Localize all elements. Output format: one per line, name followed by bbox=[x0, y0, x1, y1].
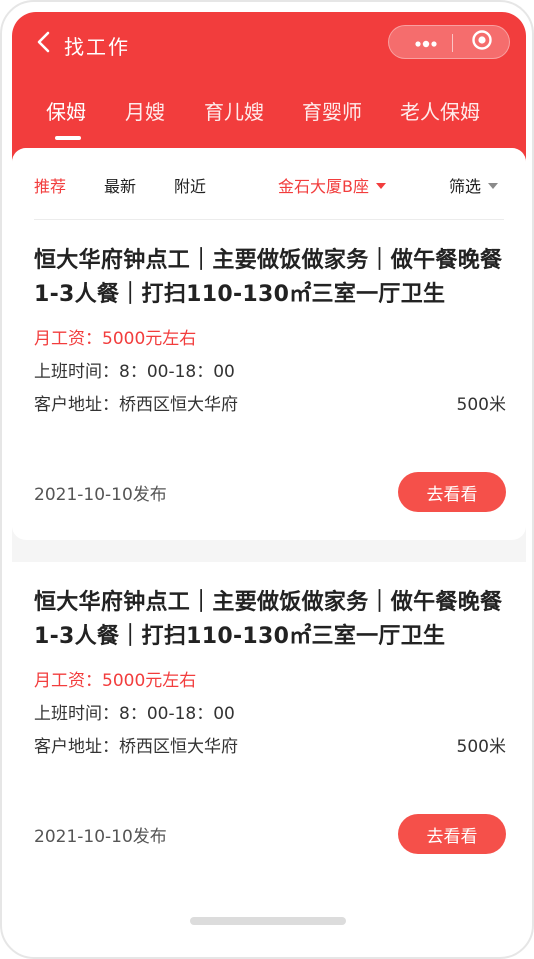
tab-maternity-matron[interactable]: 月嫂 bbox=[125, 96, 165, 125]
job-card: 推荐 最新 附近 金石大厦B座 筛选 恒大华府钟点工｜主要做饭做家务｜做午餐晚餐… bbox=[12, 148, 526, 540]
filter-latest[interactable]: 最新 bbox=[104, 173, 136, 197]
close-miniprogram-button[interactable] bbox=[461, 26, 503, 58]
page-title: 找工作 bbox=[64, 35, 130, 59]
tab-infant-carer[interactable]: 育婴师 bbox=[302, 96, 362, 125]
job-address: 客户地址：桥西区恒大华府 bbox=[34, 737, 238, 757]
job-title[interactable]: 恒大华府钟点工｜主要做饭做家务｜做午餐晚餐1-3人餐｜打扫110-130㎡三室一… bbox=[34, 586, 506, 654]
view-job-button[interactable]: 去看看 bbox=[398, 814, 506, 854]
chevron-left-icon bbox=[36, 31, 52, 57]
more-dots-icon bbox=[414, 33, 438, 52]
job-hours: 上班时间：8：00-18：00 bbox=[34, 362, 235, 382]
location-label: 金石大厦B座 bbox=[278, 177, 369, 196]
miniprogram-capsule bbox=[388, 25, 510, 59]
caret-down-icon bbox=[375, 182, 386, 189]
job-address: 客户地址：桥西区恒大华府 bbox=[34, 395, 238, 415]
active-tab-indicator bbox=[55, 136, 81, 140]
job-salary: 月工资：5000元左右 bbox=[34, 671, 197, 691]
filter-recommend[interactable]: 推荐 bbox=[34, 173, 66, 197]
job-list: 推荐 最新 附近 金石大厦B座 筛选 恒大华府钟点工｜主要做饭做家务｜做午餐晚餐… bbox=[12, 148, 526, 888]
job-title[interactable]: 恒大华府钟点工｜主要做饭做家务｜做午餐晚餐1-3人餐｜打扫110-130㎡三室一… bbox=[34, 244, 506, 312]
job-info: 恒大华府钟点工｜主要做饭做家务｜做午餐晚餐1-3人餐｜打扫110-130㎡三室一… bbox=[34, 586, 506, 854]
screen-dropdown[interactable]: 筛选 bbox=[449, 173, 499, 197]
job-hours: 上班时间：8：00-18：00 bbox=[34, 704, 235, 724]
job-address-row: 客户地址：桥西区恒大华府 500米 bbox=[34, 392, 506, 418]
post-date: 2021-10-10发布 bbox=[34, 484, 167, 505]
tab-childcare-nanny[interactable]: 育儿嫂 bbox=[204, 96, 264, 125]
home-indicator bbox=[190, 917, 346, 925]
back-button[interactable] bbox=[32, 31, 56, 57]
more-button[interactable] bbox=[403, 26, 449, 58]
job-footer: 2021-10-10发布 去看看 bbox=[34, 471, 506, 513]
location-dropdown[interactable]: 金石大厦B座 bbox=[278, 173, 386, 197]
capsule-divider bbox=[452, 34, 453, 52]
phone-frame: 找工作 保姆 月嫂 育儿嫂 育婴师 老人保姆 推荐 最新 附近 金石大厦B座 筛… bbox=[0, 0, 534, 959]
view-job-button[interactable]: 去看看 bbox=[398, 472, 506, 512]
job-distance: 500米 bbox=[456, 395, 506, 415]
target-close-icon bbox=[471, 29, 493, 55]
filter-nearby[interactable]: 附近 bbox=[174, 173, 206, 197]
job-distance: 500米 bbox=[456, 737, 506, 757]
filter-bar: 推荐 最新 附近 金石大厦B座 筛选 bbox=[12, 148, 526, 220]
tab-nanny[interactable]: 保姆 bbox=[46, 96, 86, 125]
job-footer: 2021-10-10发布 去看看 bbox=[34, 813, 506, 855]
caret-down-icon bbox=[488, 182, 499, 189]
tab-elderly-carer[interactable]: 老人保姆 bbox=[400, 96, 480, 125]
job-salary: 月工资：5000元左右 bbox=[34, 329, 197, 349]
job-info: 恒大华府钟点工｜主要做饭做家务｜做午餐晚餐1-3人餐｜打扫110-130㎡三室一… bbox=[34, 244, 506, 512]
screen-label: 筛选 bbox=[449, 177, 482, 196]
filter-divider bbox=[34, 219, 504, 220]
category-tabs: 保姆 月嫂 育儿嫂 育婴师 老人保姆 bbox=[12, 96, 526, 146]
job-address-row: 客户地址：桥西区恒大华府 500米 bbox=[34, 734, 506, 760]
post-date: 2021-10-10发布 bbox=[34, 826, 167, 847]
job-card: 恒大华府钟点工｜主要做饭做家务｜做午餐晚餐1-3人餐｜打扫110-130㎡三室一… bbox=[12, 562, 526, 888]
